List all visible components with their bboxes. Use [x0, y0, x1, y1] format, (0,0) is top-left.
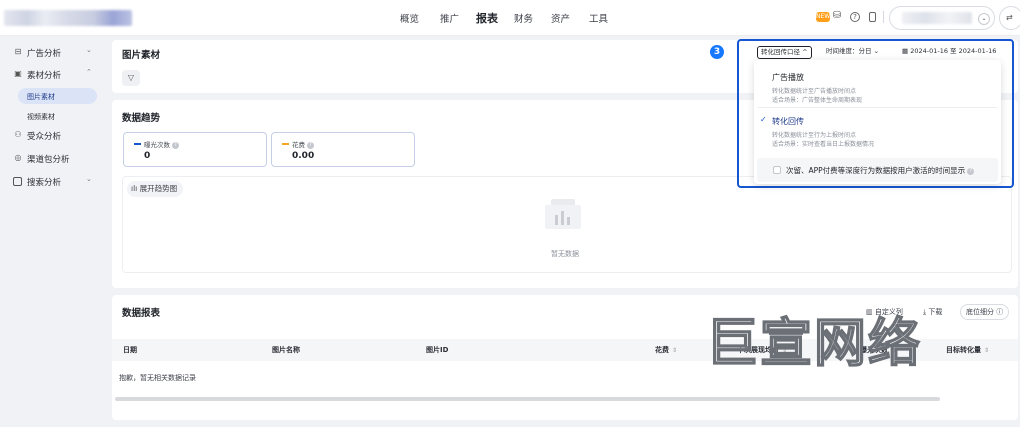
chevron-down-icon: ⌄	[86, 46, 92, 54]
account-switcher[interactable]: ⌄	[889, 6, 995, 30]
sidebar-subitem-label: 图片素材	[27, 93, 55, 101]
sidebar-item-channel-package[interactable]: ◎ 渠道包分析	[0, 150, 104, 168]
sidebar-subitem-image[interactable]: 图片素材	[18, 88, 97, 104]
help-icon[interactable]: ?	[172, 141, 179, 149]
sidebar: ⊟ 广告分析 ⌄ ▣ 素材分析 ⌃ 图片素材 视频素材 ⚇ 受众分析 ◎ 渠道包…	[0, 36, 104, 427]
download-button[interactable]: ⤓ 下载	[923, 307, 942, 317]
nav-tools[interactable]: 工具	[589, 11, 608, 25]
sidebar-item-label: 素材分析	[27, 71, 62, 81]
search-box-icon	[13, 177, 22, 186]
filter-icon[interactable]: ▽	[122, 70, 140, 86]
help-icon[interactable]: ?	[307, 141, 314, 149]
metric-value: 0	[144, 151, 151, 161]
nav-promotion[interactable]: 推广	[440, 11, 459, 25]
bar-chart-icon: ılı	[131, 184, 140, 193]
trend-title: 数据趋势	[122, 113, 161, 124]
option-desc: 适合场景：广告整体生命周期表现	[772, 97, 863, 104]
nav-assets[interactable]: 资产	[551, 11, 570, 25]
time-dimension-select[interactable]: 时间维度：分日 ⌄	[824, 46, 881, 59]
sort-icon: ⇕	[672, 347, 678, 354]
metric-value: 0.00	[292, 151, 315, 161]
column-header-image-id: 图片ID	[426, 346, 449, 354]
target-icon: ◎	[14, 153, 22, 162]
column-header-target-conversions[interactable]: 目标转化量 ⇕	[946, 345, 989, 355]
check-icon: ✓	[760, 115, 767, 124]
sidebar-item-ad-analysis[interactable]: ⊟ 广告分析 ⌄	[0, 44, 104, 62]
brand-logo[interactable]	[4, 10, 132, 26]
phone-icon[interactable]	[869, 12, 876, 22]
divider	[883, 11, 884, 23]
chevron-up-icon: ⌃	[86, 68, 92, 76]
chart-icon: ⊟	[14, 47, 22, 56]
image-icon: ▣	[14, 69, 22, 78]
column-header-cost[interactable]: 花费 ⇕	[655, 345, 677, 355]
help-icon[interactable]: ?	[850, 12, 860, 22]
sidebar-item-search-analysis[interactable]: 搜索分析 ⌄	[0, 173, 104, 191]
expand-trend-button[interactable]: ılı 展开趋势图	[127, 181, 184, 197]
expand-trend-label: 展开趋势图	[139, 184, 178, 193]
metric-card-impressions[interactable]: 曝光次数? 0	[123, 132, 267, 167]
column-header-image-name: 图片名称	[272, 346, 300, 354]
metric-label: 曝光次数?	[144, 139, 179, 149]
watermark: 巨宣网络	[705, 313, 923, 375]
option-ad-play[interactable]: 广告播放	[772, 72, 804, 83]
empty-data-text: 暂无数据	[551, 250, 579, 258]
sidebar-item-label: 渠道包分析	[27, 155, 70, 165]
sidebar-subitem-label: 视频素材	[27, 113, 55, 121]
report-title: 数据报表	[122, 308, 161, 319]
option-conversion-callback[interactable]: 转化回传	[772, 116, 804, 127]
nav-reports[interactable]: 报表	[476, 10, 498, 26]
page-title: 图片素材	[122, 50, 161, 61]
sidebar-item-label: 受众分析	[27, 132, 62, 142]
sidebar-item-label: 广告分析	[27, 49, 62, 59]
account-name	[902, 12, 972, 24]
help-icon[interactable]: ?	[967, 167, 975, 175]
metric-label: 花费?	[292, 139, 314, 149]
step-number-badge: 3	[710, 45, 724, 59]
table-empty-text: 抱歉，暂无相关数据记录	[119, 374, 196, 382]
deep-behavior-label: 次留、APP付费等深度行为数据按用户激活的时间显示?	[786, 165, 975, 176]
nav-overview[interactable]: 概览	[400, 11, 419, 25]
option-desc: 转化数据统计至行为上报时间点	[772, 132, 857, 139]
nav-finance[interactable]: 财务	[514, 11, 533, 25]
column-header-date: 日期	[123, 346, 137, 354]
chevron-down-icon: ⌄	[86, 175, 92, 183]
series-marker	[282, 143, 289, 145]
users-icon: ⚇	[14, 130, 22, 139]
option-desc: 适合场景：实时查看当日上报数据情况	[772, 141, 875, 148]
metric-card-cost[interactable]: 花费? 0.00	[271, 132, 415, 167]
empty-data-icon	[545, 199, 581, 229]
sidebar-subitem-video[interactable]: 视频素材	[18, 108, 97, 124]
breakdown-button[interactable]: 底位细分 ⓘ	[960, 304, 1010, 320]
horizontal-scrollbar[interactable]	[115, 397, 940, 401]
download-label: 下载	[928, 308, 943, 316]
sidebar-item-material-analysis[interactable]: ▣ 素材分析 ⌃	[0, 66, 104, 84]
conversion-caliber-select[interactable]: 转化回传口径 ^	[757, 46, 812, 59]
chevron-down-icon: ⌄	[978, 13, 990, 25]
coins-icon[interactable]: ⛁	[831, 10, 843, 22]
top-nav: 概览 推广 报表 财务 资产 工具 NEW ⛁ ? ⌄ ⇄	[0, 0, 1020, 36]
new-badge-icon[interactable]: NEW	[816, 12, 830, 22]
deep-behavior-checkbox[interactable]	[773, 166, 781, 174]
series-marker	[134, 143, 141, 145]
sort-icon: ⇕	[984, 347, 990, 354]
option-desc: 转化数据统计至广告播放时间点	[772, 88, 857, 95]
sidebar-item-label: 搜索分析	[27, 178, 62, 188]
calendar-icon: ▦	[902, 47, 911, 55]
switch-icon[interactable]: ⇄	[999, 6, 1020, 30]
date-range-picker[interactable]: ▦ 2024-01-16 至 2024-01-16	[900, 46, 998, 59]
divider	[758, 107, 997, 108]
date-range-value: 2024-01-16 至 2024-01-16	[910, 47, 997, 55]
sidebar-item-audience[interactable]: ⚇ 受众分析	[0, 127, 104, 145]
